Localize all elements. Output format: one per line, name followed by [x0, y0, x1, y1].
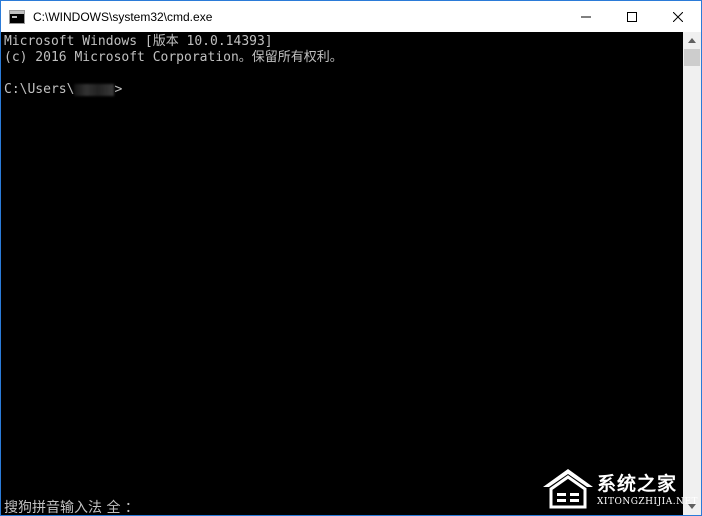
maximize-button[interactable]: [609, 1, 655, 32]
scroll-thumb[interactable]: [684, 49, 700, 66]
chevron-down-icon: [688, 504, 696, 509]
close-icon: [673, 11, 683, 22]
ime-status-bar: 搜狗拼音输入法 全 ：: [4, 500, 139, 516]
close-button[interactable]: [655, 1, 701, 32]
chevron-up-icon: [688, 38, 696, 43]
prompt-prefix: C:\Users\: [4, 82, 75, 97]
scroll-down-button[interactable]: [683, 498, 701, 515]
vertical-scrollbar[interactable]: [683, 32, 701, 515]
title-bar[interactable]: C:\WINDOWS\system32\cmd.exe: [1, 1, 701, 32]
console-line-copyright: (c) 2016 Microsoft Corporation。保留所有权利。: [4, 50, 343, 65]
console-line-version: Microsoft Windows [版本 10.0.14393]: [4, 34, 273, 49]
cmd-window: C:\WINDOWS\system32\cmd.exe Microsoft Wi…: [0, 0, 702, 516]
maximize-icon: [627, 11, 637, 22]
cmd-app-icon[interactable]: [9, 9, 25, 24]
minimize-button[interactable]: [563, 1, 609, 32]
redacted-username: [74, 83, 115, 96]
minimize-icon: [581, 16, 591, 17]
window-title: C:\WINDOWS\system32\cmd.exe: [33, 9, 213, 24]
console-output[interactable]: Microsoft Windows [版本 10.0.14393] (c) 20…: [1, 32, 683, 515]
scroll-up-button[interactable]: [683, 32, 701, 49]
console-prompt: C:\Users\ >: [4, 82, 122, 98]
prompt-suffix: >: [114, 82, 123, 97]
